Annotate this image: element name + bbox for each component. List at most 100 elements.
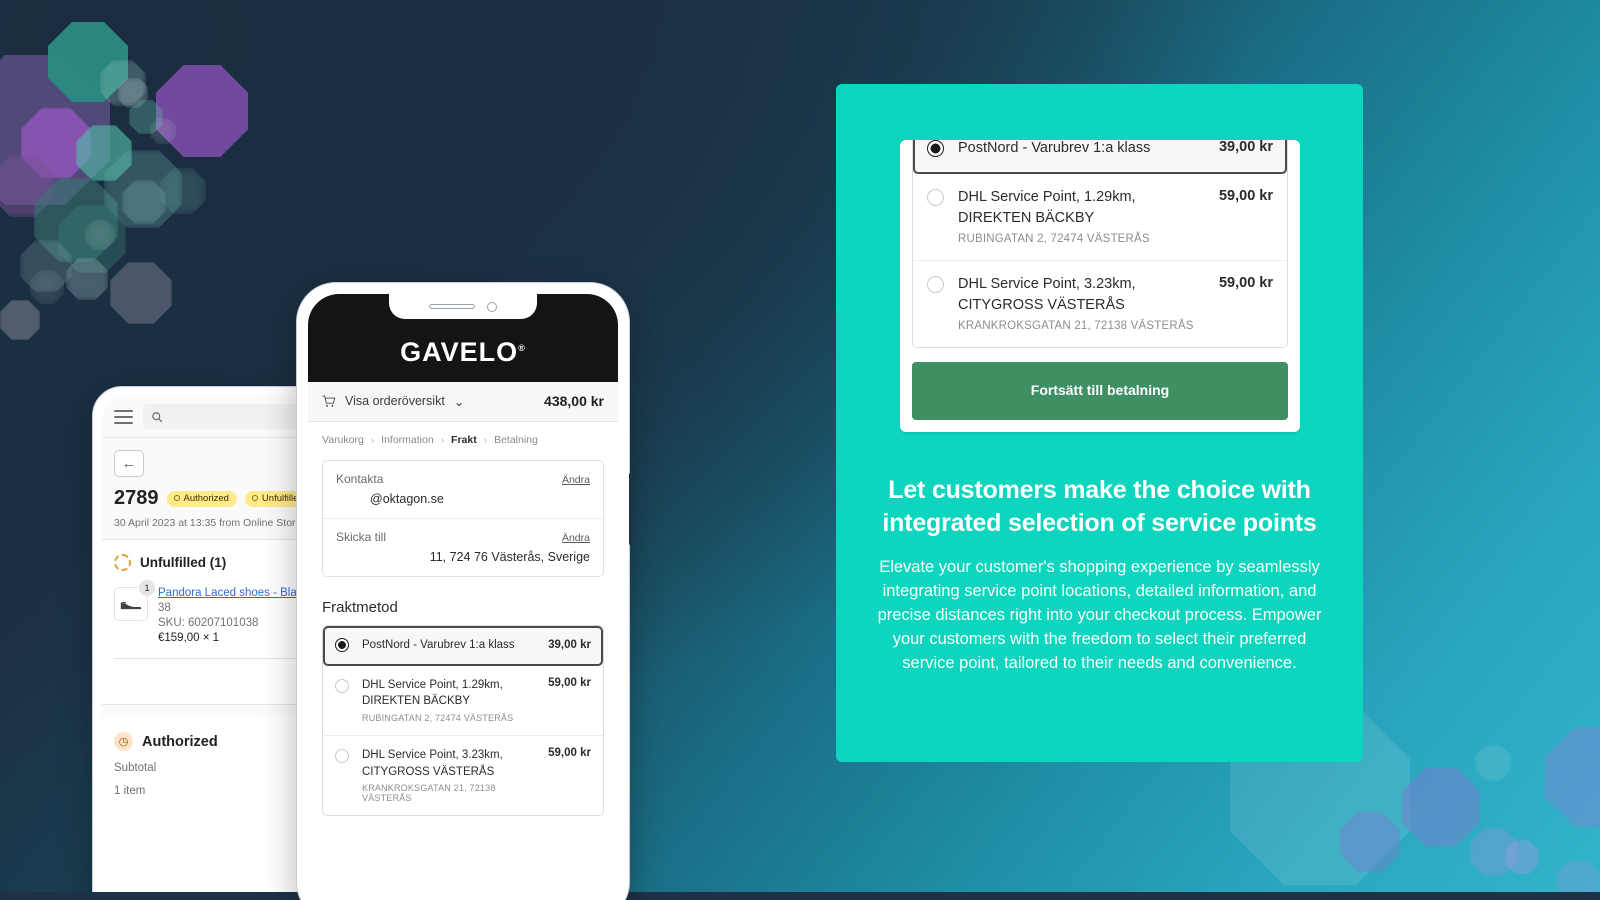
shipping-option-body: PostNord - Varubrev 1:a klass: [944, 140, 1219, 159]
breadcrumb-item-frakt[interactable]: Frakt: [451, 434, 477, 446]
info-row-contact: Kontakta Ändra @oktagon.se: [323, 461, 603, 518]
hamburger-icon[interactable]: [114, 406, 133, 428]
promo-headline-line2: integrated selection of service points: [882, 509, 1317, 537]
shipping-option-body: DHL Service Point, 3.23km, CITYGROSS VÄS…: [944, 274, 1219, 332]
shipping-option-carrier: DHL Service Point, 3.23km,: [362, 749, 503, 762]
radio-unselected-icon[interactable]: [335, 749, 349, 764]
shipping-option-body: DHL Service Point, 1.29km, DIREKTEN BÄCK…: [944, 187, 1219, 245]
info-row-header: Kontakta Ändra: [336, 472, 590, 486]
payment-header: ◷ Authorized: [102, 716, 320, 751]
shipping-options-list: PostNord - Varubrev 1:a klass 39,00 kr D…: [322, 625, 604, 817]
store-logo: GAVELO®: [400, 337, 526, 368]
bottom-strip: [0, 892, 1600, 900]
shipping-option-price: 59,00 kr: [548, 676, 591, 689]
breadcrumb-separator-icon: ›: [483, 434, 488, 446]
shipping-option-body: DHL Service Point, 3.23km, CITYGROSS VÄS…: [349, 747, 548, 803]
radio-unselected-icon[interactable]: [927, 276, 944, 294]
store-logo-text: GAVELO: [400, 337, 519, 367]
order-summary-toggle[interactable]: Visa orderöversikt ⌄: [322, 394, 544, 409]
info-value-address: 11, 724 76 Västerås, Sverige: [429, 550, 590, 564]
shipping-option-body: DHL Service Point, 1.29km, DIREKTEN BÄCK…: [349, 677, 548, 723]
shipping-option-row[interactable]: DHL Service Point, 1.29km, DIREKTEN BÄCK…: [913, 174, 1287, 262]
continue-to-payment-button[interactable]: Fortsätt till betalning: [912, 362, 1288, 421]
shipping-option-body: PostNord - Varubrev 1:a klass: [349, 637, 548, 654]
breadcrumb-separator-icon: ›: [440, 434, 445, 446]
shipping-option-carrier: PostNord - Varubrev 1:a klass: [362, 639, 515, 651]
octagon-shape: [122, 180, 166, 224]
screenshot-root: PostNord - Varubrev 1:a klass 39,00 kr D…: [0, 0, 1600, 900]
clock-icon: ◷: [114, 732, 133, 751]
shipping-option-row[interactable]: DHL Service Point, 3.23km, CITYGROSS VÄS…: [323, 736, 603, 815]
fulfillment-title: Unfulfilled (1): [140, 555, 227, 570]
shipping-option-carrier: DHL Service Point, 1.29km,: [362, 678, 503, 691]
shipping-option-price: 59,00 kr: [1218, 275, 1273, 292]
line-item-name[interactable]: Pandora Laced shoes - Black: [158, 587, 308, 599]
breadcrumb-item-information[interactable]: Information: [381, 434, 434, 446]
search-input[interactable]: [143, 404, 308, 429]
checkout-info-card: Kontakta Ändra @oktagon.se Skicka till Ä…: [322, 460, 604, 577]
shipping-option-address: KRANKROKSGATAN 21, 72138 VÄSTERÅS: [362, 783, 496, 804]
promo-text-block: Let customers make the choice with integ…: [876, 474, 1323, 676]
phone-notch: [389, 294, 537, 319]
shipping-option-row[interactable]: PostNord - Varubrev 1:a klass 39,00 kr: [913, 140, 1287, 175]
promo-card: PostNord - Varubrev 1:a klass 39,00 kr D…: [836, 84, 1363, 762]
fulfillment-header: Unfulfilled (1): [114, 554, 308, 571]
shipping-option-row[interactable]: DHL Service Point, 1.29km, DIREKTEN BÄCK…: [323, 666, 603, 737]
breadcrumb-separator-icon: ›: [370, 434, 375, 446]
payment-section-spacer: [102, 704, 320, 716]
camera-icon: [487, 301, 497, 312]
shipping-option-row[interactable]: PostNord - Varubrev 1:a klass 39,00 kr: [323, 626, 603, 666]
status-dot-icon: [173, 495, 180, 501]
info-label-contact: Kontakta: [336, 472, 384, 486]
octagon-shape: [0, 300, 40, 340]
info-row-header: Skicka till Ändra: [336, 530, 590, 544]
speaker-icon: [429, 304, 475, 309]
line-item-variant: 38: [158, 602, 171, 614]
breadcrumb-item-varukorg[interactable]: Varukorg: [322, 434, 364, 446]
order-meta: 30 April 2023 at 13:35 from Online Store: [114, 517, 302, 529]
payment-line-subtotal: Subtotal: [114, 762, 157, 774]
shipping-option-address: RUBINGATAN 2, 72474 VÄSTERÅS: [362, 713, 514, 724]
phone-side-button: [629, 473, 632, 545]
order-number: 2789: [114, 487, 159, 509]
status-dot-icon: [251, 495, 258, 501]
radio-selected-icon[interactable]: [927, 140, 944, 157]
line-item-price: €159,00 × 1: [158, 632, 220, 644]
shipping-option-row[interactable]: DHL Service Point, 3.23km, CITYGROSS VÄS…: [913, 261, 1287, 348]
store-logo-mark: ®: [518, 343, 526, 353]
shipping-option-price: 39,00 kr: [1218, 140, 1273, 155]
edit-contact-link[interactable]: Ändra: [562, 474, 590, 486]
phone-screen-admin: ← 2789 Authorized Unfulfilled 30 April 2…: [102, 396, 320, 900]
radio-selected-icon[interactable]: [335, 638, 349, 653]
payment-line-items: 1 item: [114, 785, 146, 797]
octagon-shape: [1475, 745, 1511, 781]
breadcrumb: Varukorg › Information › Frakt › Betalni…: [308, 422, 618, 456]
order-summary-bar[interactable]: Visa orderöversikt ⌄ 438,00 kr: [308, 382, 618, 422]
admin-topbar: [102, 396, 320, 438]
back-button[interactable]: ←: [114, 450, 144, 477]
radio-unselected-icon[interactable]: [335, 678, 349, 693]
info-row-address: Skicka till Ändra 11, 724 76 Västerås, S…: [323, 518, 603, 576]
order-title-row: 2789 Authorized Unfulfilled: [114, 487, 312, 510]
octagon-shape: [85, 220, 115, 250]
phone-mockup-admin: ← 2789 Authorized Unfulfilled 30 April 2…: [92, 386, 330, 900]
breadcrumb-item-betalning[interactable]: Betalning: [494, 434, 538, 446]
phone-screen-checkout: GAVELO® Visa orderöversikt ⌄ 438,00 kr V…: [308, 294, 618, 900]
phone-mockup-checkout: GAVELO® Visa orderöversikt ⌄ 438,00 kr V…: [296, 282, 632, 900]
cart-icon: [322, 395, 336, 407]
shipping-option-carrier-line2: CITYGROSS VÄSTERÅS: [362, 765, 495, 778]
radio-unselected-icon[interactable]: [927, 189, 944, 207]
promo-headline-line1: Let customers make the choice with: [888, 476, 1311, 504]
line-item-sku: SKU: 60207101038: [158, 617, 259, 629]
status-badge-label: Authorized: [183, 492, 229, 504]
fulfillment-card: Unfulfilled (1) 1 Pandora Laced shoes - …: [102, 539, 320, 704]
line-item-thumb-wrap: 1: [114, 580, 155, 644]
shipping-option-address: RUBINGATAN 2, 72474 VÄSTERÅS: [958, 233, 1150, 246]
shipping-section-title: Fraktmetod: [322, 599, 398, 616]
status-badge-authorized: Authorized: [166, 490, 237, 507]
line-item-details: Pandora Laced shoes - Black 38 SKU: 6020…: [158, 587, 308, 644]
checkout-shipping-panel: PostNord - Varubrev 1:a klass 39,00 kr D…: [900, 140, 1300, 433]
edit-address-link[interactable]: Ändra: [562, 532, 590, 544]
octagon-shape: [156, 65, 248, 157]
shipping-option-carrier-line2: DIREKTEN BÄCKBY: [362, 695, 470, 708]
